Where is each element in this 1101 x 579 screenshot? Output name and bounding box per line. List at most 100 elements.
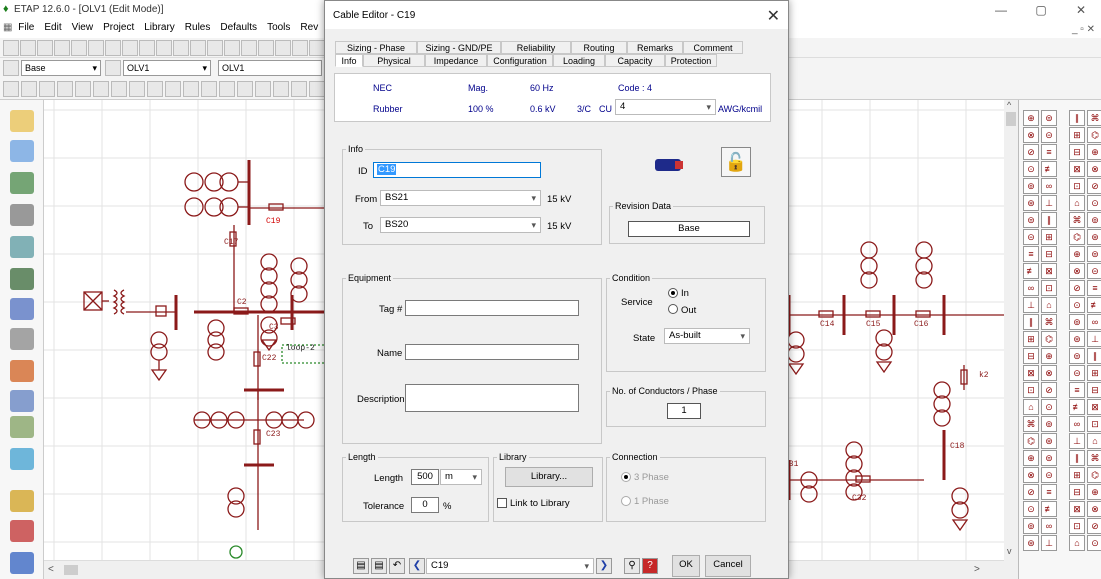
element-select[interactable]: C19 ▾ <box>426 558 594 574</box>
scroll-left-icon[interactable]: < <box>48 564 54 575</box>
ok-button[interactable]: OK <box>672 555 700 577</box>
element-palette-icon-62[interactable]: ⊗ <box>1069 263 1085 279</box>
element-palette-icon-77[interactable]: ⊡ <box>1069 518 1085 534</box>
mode-palette-icon-9[interactable] <box>10 360 34 382</box>
diagram-label-loop2[interactable]: loop-2 <box>286 344 315 353</box>
toolbar-icon-10[interactable] <box>156 40 172 56</box>
one-phase-radio[interactable] <box>621 496 631 506</box>
element-palette-icon-39[interactable]: ⌘ <box>1041 314 1057 330</box>
element-palette-icon-8[interactable]: ⊝ <box>1023 229 1039 245</box>
element-palette-icon-10[interactable]: ≢ <box>1023 263 1039 279</box>
diagram-label-c32[interactable]: C32 <box>852 494 867 503</box>
element-palette-icon-34[interactable]: ⊞ <box>1041 229 1057 245</box>
element-palette-icon-50[interactable]: ≢ <box>1041 501 1057 517</box>
tab-physical[interactable]: Physical <box>363 54 425 67</box>
element-palette-icon-36[interactable]: ⊠ <box>1041 263 1057 279</box>
element-palette-icon-81[interactable]: ⊕ <box>1087 144 1101 160</box>
tab-info[interactable]: Info <box>335 54 363 67</box>
tab-protection[interactable]: Protection <box>665 54 717 67</box>
mode-toolbar-icon-2[interactable] <box>21 81 37 97</box>
next-element-icon[interactable]: ❯ <box>596 558 612 574</box>
element-palette-icon-19[interactable]: ⌘ <box>1023 416 1039 432</box>
element-palette-icon-92[interactable]: ⊥ <box>1087 331 1101 347</box>
toolbar-icon-12[interactable] <box>190 40 206 56</box>
state-select[interactable]: As-built ▾ <box>664 328 750 344</box>
element-palette-icon-61[interactable]: ⊕ <box>1069 246 1085 262</box>
element-palette-icon-29[interactable]: ≡ <box>1041 144 1057 160</box>
mode-toolbar-icon-11[interactable] <box>183 81 199 97</box>
element-palette-icon-87[interactable]: ⊜ <box>1087 246 1101 262</box>
menu-library[interactable]: Library <box>144 22 175 33</box>
mode-toolbar-icon-7[interactable] <box>111 81 127 97</box>
toolbar-icon-6[interactable] <box>88 40 104 56</box>
element-palette-icon-48[interactable]: ⊝ <box>1041 467 1057 483</box>
diagram-label-c2[interactable]: C2 <box>237 298 247 307</box>
element-palette-icon-100[interactable]: ⌬ <box>1087 467 1101 483</box>
service-in-radio[interactable] <box>668 288 678 298</box>
mode-palette-icon-3[interactable] <box>10 172 34 194</box>
mode-toolbar-icon-13[interactable] <box>219 81 235 97</box>
mode-toolbar-icon-18[interactable] <box>309 81 325 97</box>
scroll-up-icon[interactable]: ^ <box>1007 100 1011 110</box>
diagram-label-c22[interactable]: C22 <box>262 354 277 363</box>
copy-icon[interactable]: ▤ <box>353 558 369 574</box>
element-palette-icon-102[interactable]: ⊗ <box>1087 501 1101 517</box>
element-palette-icon-86[interactable]: ⊛ <box>1087 229 1101 245</box>
find-icon[interactable]: ⚲ <box>624 558 640 574</box>
element-palette-icon-24[interactable]: ⊙ <box>1023 501 1039 517</box>
olv-combo[interactable]: OLV1 ▾ <box>123 60 211 76</box>
previous-element-icon[interactable]: ❮ <box>409 558 425 574</box>
element-palette-icon-37[interactable]: ⊡ <box>1041 280 1057 296</box>
mode-toolbar-icon-12[interactable] <box>201 81 217 97</box>
menu-file[interactable]: File <box>18 22 34 33</box>
diagram-label-c18[interactable]: C18 <box>950 442 965 451</box>
menu-view[interactable]: View <box>72 22 94 33</box>
element-palette-icon-28[interactable]: ⊝ <box>1041 127 1057 143</box>
element-palette-icon-69[interactable]: ≡ <box>1069 382 1085 398</box>
toolbar-icon-8[interactable] <box>122 40 138 56</box>
element-palette-icon-55[interactable]: ⊟ <box>1069 144 1085 160</box>
mode-palette-icon-8[interactable] <box>10 328 34 350</box>
element-palette-icon-76[interactable]: ⊠ <box>1069 501 1085 517</box>
tab-remarks[interactable]: Remarks <box>627 41 683 54</box>
element-palette-icon-91[interactable]: ∞ <box>1087 314 1101 330</box>
element-palette-icon-7[interactable]: ⊜ <box>1023 212 1039 228</box>
link-library-checkbox[interactable] <box>497 498 507 508</box>
element-palette-icon-30[interactable]: ≢ <box>1041 161 1057 177</box>
toolbar-icon-13[interactable] <box>207 40 223 56</box>
element-palette-icon-47[interactable]: ⊜ <box>1041 450 1057 466</box>
element-palette-icon-71[interactable]: ∞ <box>1069 416 1085 432</box>
dialog-close-button[interactable]: ✕ <box>767 6 780 26</box>
mode-palette-icon-1[interactable] <box>10 110 34 132</box>
element-palette-icon-31[interactable]: ∞ <box>1041 178 1057 194</box>
menu-project[interactable]: Project <box>103 22 134 33</box>
element-palette-icon-98[interactable]: ⌂ <box>1087 433 1101 449</box>
library-button[interactable]: Library... <box>505 467 593 487</box>
element-palette-icon-84[interactable]: ⊙ <box>1087 195 1101 211</box>
toolbar-icon-1[interactable] <box>3 40 19 56</box>
element-palette-icon-45[interactable]: ⊚ <box>1041 416 1057 432</box>
element-palette-icon-78[interactable]: ⌂ <box>1069 535 1085 551</box>
mode-toolbar-icon-4[interactable] <box>57 81 73 97</box>
element-palette-icon-15[interactable]: ⊟ <box>1023 348 1039 364</box>
element-palette-icon-20[interactable]: ⌬ <box>1023 433 1039 449</box>
element-palette-icon-93[interactable]: ∥ <box>1087 348 1101 364</box>
toolbar-icon-19[interactable] <box>309 40 325 56</box>
length-unit-select[interactable]: m ▾ <box>440 469 482 485</box>
menu-rev[interactable]: Rev <box>300 22 318 33</box>
element-palette-icon-90[interactable]: ≢ <box>1087 297 1101 313</box>
menu-tools[interactable]: Tools <box>267 22 290 33</box>
element-palette-icon-11[interactable]: ∞ <box>1023 280 1039 296</box>
paste-icon[interactable]: ▤ <box>371 558 387 574</box>
toolbar-icon-7[interactable] <box>105 40 121 56</box>
element-palette-icon-104[interactable]: ⊙ <box>1087 535 1101 551</box>
element-palette-icon-95[interactable]: ⊟ <box>1087 382 1101 398</box>
element-palette-icon-60[interactable]: ⌬ <box>1069 229 1085 245</box>
element-palette-icon-96[interactable]: ⊠ <box>1087 399 1101 415</box>
element-palette-icon-35[interactable]: ⊟ <box>1041 246 1057 262</box>
element-palette-icon-23[interactable]: ⊘ <box>1023 484 1039 500</box>
element-palette-icon-103[interactable]: ⊘ <box>1087 518 1101 534</box>
element-palette-icon-99[interactable]: ⌘ <box>1087 450 1101 466</box>
mode-palette-icon-14[interactable] <box>10 520 34 542</box>
mode-palette-icon-10[interactable] <box>10 390 34 412</box>
